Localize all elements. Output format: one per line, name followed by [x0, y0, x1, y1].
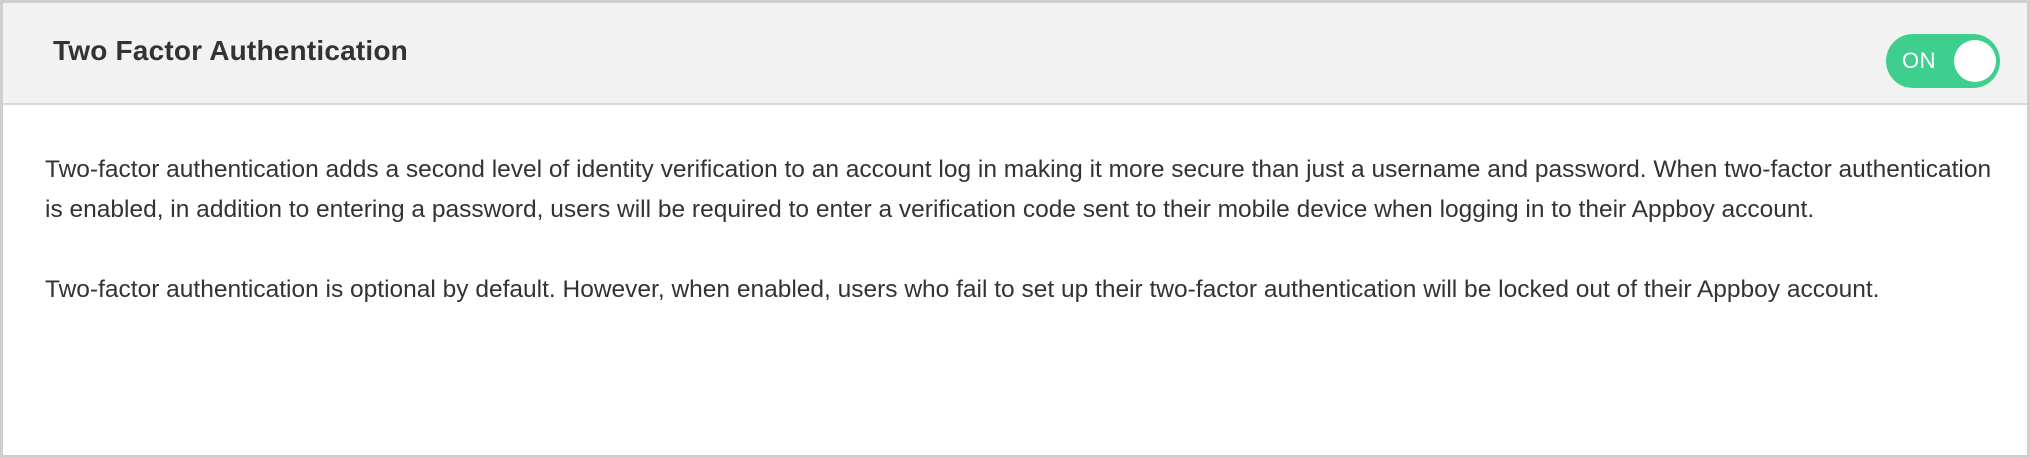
two-factor-panel: Two Factor Authentication ON Two-factor … — [0, 0, 2030, 458]
two-factor-toggle[interactable]: ON — [1886, 34, 2000, 88]
panel-body: Two-factor authentication adds a second … — [45, 150, 2000, 310]
panel-header: Two Factor Authentication ON — [3, 3, 2027, 105]
description-paragraph: Two-factor authentication adds a second … — [45, 156, 1992, 223]
panel-title: Two Factor Authentication — [53, 35, 408, 66]
toggle-label: ON — [1902, 48, 1936, 73]
description-paragraph: Two-factor authentication is optional by… — [45, 276, 1880, 303]
toggle-knob — [1954, 40, 1996, 82]
